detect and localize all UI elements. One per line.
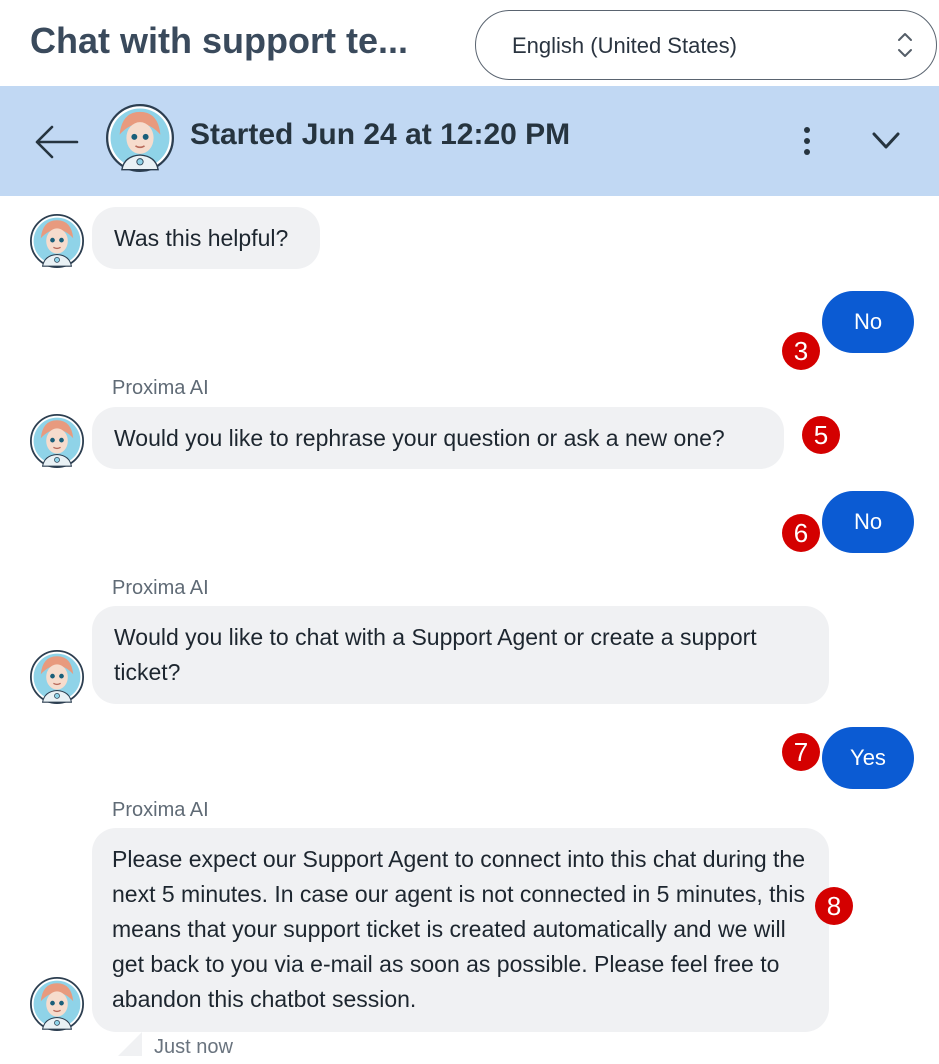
step-badge: 7 bbox=[782, 733, 820, 771]
step-badge: 3 bbox=[782, 332, 820, 370]
message-timestamp: Just now bbox=[154, 1036, 233, 1058]
bot-message: Would you like to chat with a Support Ag… bbox=[92, 606, 829, 704]
language-select[interactable]: English (United States) bbox=[475, 10, 937, 80]
bot-avatar bbox=[30, 214, 84, 268]
bot-message: Would you like to rephrase your question… bbox=[92, 407, 784, 469]
language-select-value: English (United States) bbox=[512, 33, 737, 58]
bot-message: Was this helpful? bbox=[92, 207, 320, 269]
back-arrow-icon[interactable] bbox=[32, 122, 80, 162]
bot-message: Please expect our Support Agent to conne… bbox=[92, 828, 829, 1032]
user-message: Yes bbox=[822, 727, 914, 789]
step-badge: 8 bbox=[815, 887, 853, 925]
sender-name: Proxima AI bbox=[112, 799, 209, 821]
sender-name: Proxima AI bbox=[112, 377, 209, 399]
chat-header-title: Started Jun 24 at 12:20 PM bbox=[190, 118, 571, 151]
page-title: Chat with support te... bbox=[30, 20, 408, 61]
bot-avatar bbox=[30, 977, 84, 1031]
user-message: No bbox=[822, 491, 914, 553]
bot-avatar bbox=[30, 650, 84, 704]
chevron-down-icon[interactable] bbox=[866, 126, 906, 156]
kebab-icon[interactable] bbox=[795, 124, 819, 158]
user-message: No bbox=[822, 291, 914, 353]
top-bar: Chat with support te... English (United … bbox=[0, 0, 939, 86]
bubble-tail-icon bbox=[118, 1032, 142, 1056]
step-badge: 6 bbox=[782, 514, 820, 552]
bot-avatar bbox=[106, 104, 174, 172]
step-badge: 5 bbox=[802, 416, 840, 454]
sender-name: Proxima AI bbox=[112, 577, 209, 599]
updown-icon bbox=[898, 33, 912, 57]
bot-avatar bbox=[30, 414, 84, 468]
